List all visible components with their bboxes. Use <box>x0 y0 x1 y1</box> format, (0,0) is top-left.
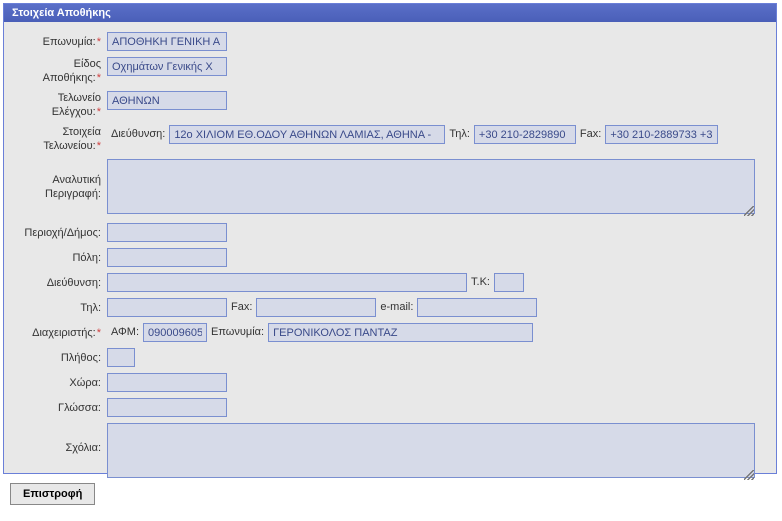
sublabel-email: e-mail: <box>376 298 417 313</box>
panel-body: Επωνυμία:* Είδος Αποθήκης:* Τελωνείο Ελέ… <box>4 22 776 497</box>
label-til2: Τηλ: <box>12 298 107 315</box>
teloneio-til-field[interactable] <box>474 125 576 144</box>
poli-field[interactable] <box>107 248 227 267</box>
til-field[interactable] <box>107 298 227 317</box>
teloneio-addr-field[interactable] <box>169 125 445 144</box>
back-button[interactable]: Επιστροφή <box>10 483 95 505</box>
email-field[interactable] <box>417 298 537 317</box>
sublabel-dieythinsi: Διεύθυνση: <box>107 125 169 140</box>
sublabel-afm: ΑΦΜ: <box>107 323 143 338</box>
sublabel-eponymia2: Επωνυμία: <box>207 323 268 338</box>
label-poli: Πόλη: <box>12 248 107 265</box>
label-analytiki: Αναλυτική Περιγραφή: <box>12 159 107 201</box>
perioxi-field[interactable] <box>107 223 227 242</box>
glossa-field[interactable] <box>107 398 227 417</box>
plithos-field[interactable] <box>107 348 135 367</box>
panel-title: Στοιχεία Αποθήκης <box>4 4 776 22</box>
label-stoixeia-teloneiou: Στοιχεία Τελωνείου:* <box>12 125 107 153</box>
label-glossa: Γλώσσα: <box>12 398 107 415</box>
label-eidos: Είδος Αποθήκης:* <box>12 57 107 85</box>
eidos-apothikis-field[interactable] <box>107 57 227 76</box>
teloneio-field[interactable] <box>107 91 227 110</box>
analytiki-textarea[interactable] <box>107 159 755 214</box>
label-xora: Χώρα: <box>12 373 107 390</box>
fax-field[interactable] <box>256 298 376 317</box>
button-bar: Επιστροφή <box>0 477 782 511</box>
mgr-eponymia-field[interactable] <box>268 323 533 342</box>
label-eponymia: Επωνυμία:* <box>12 32 107 49</box>
dieythinsi-field[interactable] <box>107 273 467 292</box>
sublabel-fax2: Fax: <box>227 298 256 313</box>
sublabel-fax: Fax: <box>576 125 605 140</box>
sxolia-textarea[interactable] <box>107 423 755 478</box>
warehouse-panel: Στοιχεία Αποθήκης Επωνυμία:* Είδος Αποθή… <box>3 3 777 474</box>
teloneio-fax-field[interactable] <box>605 125 718 144</box>
sublabel-tk: Τ.Κ: <box>467 273 494 288</box>
label-plithos: Πλήθος: <box>12 348 107 365</box>
xora-field[interactable] <box>107 373 227 392</box>
sublabel-til: Τηλ: <box>445 125 474 140</box>
label-perioxi: Περιοχή/Δήμος: <box>12 223 107 240</box>
label-diaxeiristis: Διαχειριστής:* <box>12 323 107 340</box>
label-teloneio: Τελωνείο Ελέγχου:* <box>12 91 107 119</box>
label-dieythinsi2: Διεύθυνση: <box>12 273 107 290</box>
tk-field[interactable] <box>494 273 524 292</box>
afm-field[interactable] <box>143 323 207 342</box>
eponymia-field[interactable] <box>107 32 227 51</box>
label-sxolia: Σχόλια: <box>12 423 107 455</box>
